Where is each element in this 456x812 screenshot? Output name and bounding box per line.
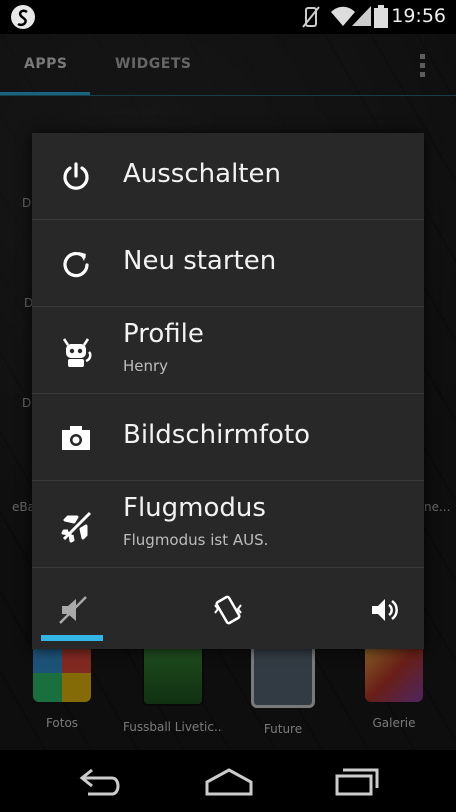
status-bar: 19:56: [0, 0, 456, 34]
home-icon[interactable]: [204, 764, 254, 802]
menu-item-title: Profile: [123, 319, 204, 349]
profile-robot-icon: [60, 335, 92, 367]
power-menu-dialog: Ausschalten Neu starten Profile Henry Bi…: [32, 133, 424, 649]
menu-item-restart[interactable]: Neu starten: [32, 220, 424, 307]
restart-icon: [60, 248, 92, 280]
menu-item-title: Flugmodus: [123, 493, 266, 523]
menu-item-power-off[interactable]: Ausschalten: [32, 133, 424, 220]
battery-icon: [374, 5, 388, 33]
cyanogen-icon: [10, 4, 36, 34]
airplane-icon: [60, 509, 92, 543]
menu-item-subtitle: Henry: [123, 357, 169, 375]
signal-icon: [352, 5, 372, 31]
silent-icon[interactable]: [56, 593, 90, 627]
menu-item-airplane-mode[interactable]: Flugmodus Flugmodus ist AUS.: [32, 481, 424, 568]
menu-item-title: Ausschalten: [123, 159, 281, 189]
menu-item-screenshot[interactable]: Bildschirmfoto: [32, 394, 424, 481]
menu-item-title: Neu starten: [123, 246, 277, 276]
sound-mode-selector: [32, 569, 424, 649]
sound-on-icon[interactable]: [368, 593, 402, 627]
vibrate-icon[interactable]: [211, 593, 245, 627]
sound-mode-selected-indicator: [41, 635, 103, 641]
menu-item-subtitle: Flugmodus ist AUS.: [123, 531, 269, 549]
recents-icon[interactable]: [334, 764, 380, 802]
navigation-bar: [0, 750, 456, 812]
camera-icon: [60, 422, 92, 454]
clock: 19:56: [391, 5, 446, 27]
back-icon[interactable]: [78, 764, 124, 802]
menu-item-title: Bildschirmfoto: [123, 420, 311, 450]
vibrate-off-icon: [300, 5, 322, 33]
menu-item-profile[interactable]: Profile Henry: [32, 307, 424, 394]
power-icon: [60, 161, 92, 193]
